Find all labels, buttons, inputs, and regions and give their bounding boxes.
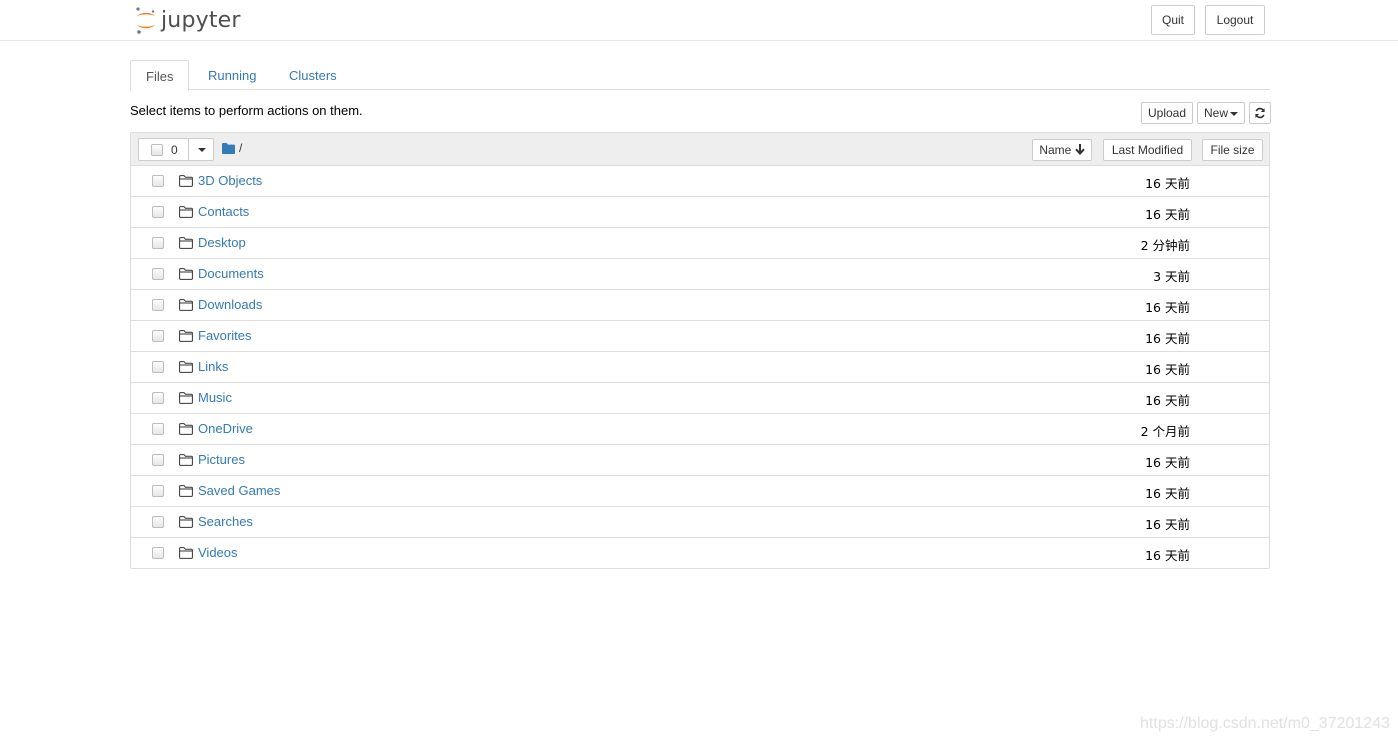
quit-button[interactable]: Quit [1151, 5, 1195, 35]
item-modified: 3 天前 [1153, 269, 1190, 284]
list-item[interactable]: Desktop 2 分钟前 [131, 228, 1269, 259]
folder-icon [179, 454, 193, 469]
selected-count: 0 [171, 143, 178, 157]
instructions-text: Select items to perform actions on them. [130, 103, 363, 118]
list-header: 0 / Name Last Modified File size [131, 133, 1269, 166]
item-checkbox[interactable] [152, 516, 164, 528]
sort-name-button[interactable]: Name [1032, 139, 1092, 161]
item-modified: 16 天前 [1145, 176, 1190, 191]
new-label: New [1203, 106, 1228, 120]
item-name-link[interactable]: Desktop [198, 235, 246, 250]
item-modified: 2 个月前 [1140, 424, 1190, 439]
folder-filled-icon[interactable] [222, 142, 235, 157]
sort-name-label: Name [1039, 143, 1072, 157]
item-modified: 16 天前 [1145, 331, 1190, 346]
refresh-icon [1255, 107, 1265, 119]
file-list: 0 / Name Last Modified File size 3D Obje… [130, 132, 1270, 569]
folder-icon [179, 330, 193, 345]
folder-icon [179, 299, 193, 314]
sort-size-button[interactable]: File size [1202, 139, 1263, 161]
item-checkbox[interactable] [152, 175, 164, 187]
item-name-link[interactable]: 3D Objects [198, 173, 262, 188]
item-name-link[interactable]: Videos [198, 545, 238, 560]
list-item[interactable]: Saved Games 16 天前 [131, 476, 1269, 507]
item-modified: 16 天前 [1145, 362, 1190, 377]
select-all-group[interactable]: 0 [138, 138, 214, 161]
item-modified: 16 天前 [1145, 393, 1190, 408]
jupyter-logo-icon [134, 5, 158, 35]
folder-icon [179, 206, 193, 221]
tab-running[interactable]: Running [193, 60, 271, 90]
item-modified: 16 天前 [1145, 455, 1190, 470]
folder-icon [179, 361, 193, 376]
item-name-link[interactable]: Downloads [198, 297, 262, 312]
item-checkbox[interactable] [152, 299, 164, 311]
list-item[interactable]: Pictures 16 天前 [131, 445, 1269, 476]
select-all-checkbox[interactable] [151, 144, 163, 156]
item-checkbox[interactable] [152, 392, 164, 404]
new-dropdown-button[interactable]: New [1197, 102, 1245, 124]
folder-icon [179, 175, 193, 190]
caret-down-icon [1230, 111, 1238, 116]
jupyter-logo[interactable]: jupyter [134, 4, 241, 36]
item-modified: 16 天前 [1145, 207, 1190, 222]
item-name-link[interactable]: Favorites [198, 328, 251, 343]
folder-icon [179, 485, 193, 500]
upload-button[interactable]: Upload [1141, 102, 1193, 124]
list-item[interactable]: Documents 3 天前 [131, 259, 1269, 290]
item-checkbox[interactable] [152, 268, 164, 280]
item-modified: 16 天前 [1145, 486, 1190, 501]
item-modified: 16 天前 [1145, 548, 1190, 563]
item-checkbox[interactable] [152, 361, 164, 373]
item-name-link[interactable]: Saved Games [198, 483, 280, 498]
list-item[interactable]: Searches 16 天前 [131, 507, 1269, 538]
refresh-button[interactable] [1249, 102, 1271, 124]
item-modified: 16 天前 [1145, 300, 1190, 315]
tab-bar: Files Running Clusters [130, 60, 1270, 91]
list-item[interactable]: Links 16 天前 [131, 352, 1269, 383]
watermark: https://blog.csdn.net/m0_37201243 [1140, 715, 1390, 732]
tab-files[interactable]: Files [130, 60, 190, 91]
item-name-link[interactable]: Searches [198, 514, 253, 529]
folder-icon [179, 237, 193, 252]
folder-icon [179, 547, 193, 562]
item-checkbox[interactable] [152, 485, 164, 497]
list-item[interactable]: Music 16 天前 [131, 383, 1269, 414]
folder-icon [179, 268, 193, 283]
tab-clusters[interactable]: Clusters [274, 60, 352, 90]
logout-button[interactable]: Logout [1205, 5, 1265, 35]
item-checkbox[interactable] [152, 330, 164, 342]
item-checkbox[interactable] [152, 423, 164, 435]
item-checkbox[interactable] [152, 206, 164, 218]
item-name-link[interactable]: Music [198, 390, 232, 405]
list-item[interactable]: Downloads 16 天前 [131, 290, 1269, 321]
item-checkbox[interactable] [152, 237, 164, 249]
list-item[interactable]: Videos 16 天前 [131, 538, 1269, 569]
list-item[interactable]: 3D Objects 16 天前 [131, 166, 1269, 197]
arrow-down-icon [1074, 144, 1085, 156]
folder-icon [179, 516, 193, 531]
item-name-link[interactable]: Contacts [198, 204, 249, 219]
item-name-link[interactable]: Documents [198, 266, 264, 281]
item-modified: 2 分钟前 [1140, 238, 1190, 253]
breadcrumb-root[interactable]: / [239, 141, 242, 155]
list-item[interactable]: OneDrive 2 个月前 [131, 414, 1269, 445]
list-item[interactable]: Favorites 16 天前 [131, 321, 1269, 352]
sort-modified-button[interactable]: Last Modified [1103, 139, 1192, 161]
folder-icon [179, 392, 193, 407]
item-name-link[interactable]: OneDrive [198, 421, 253, 436]
item-checkbox[interactable] [152, 454, 164, 466]
item-checkbox[interactable] [152, 547, 164, 559]
divider [188, 139, 189, 160]
list-item[interactable]: Contacts 16 天前 [131, 197, 1269, 228]
item-name-link[interactable]: Links [198, 359, 228, 374]
item-modified: 16 天前 [1145, 517, 1190, 532]
folder-icon [179, 423, 193, 438]
caret-down-icon[interactable] [198, 148, 206, 152]
top-header: jupyter Quit Logout [0, 0, 1398, 41]
logo-text: jupyter [161, 7, 241, 33]
item-name-link[interactable]: Pictures [198, 452, 245, 467]
